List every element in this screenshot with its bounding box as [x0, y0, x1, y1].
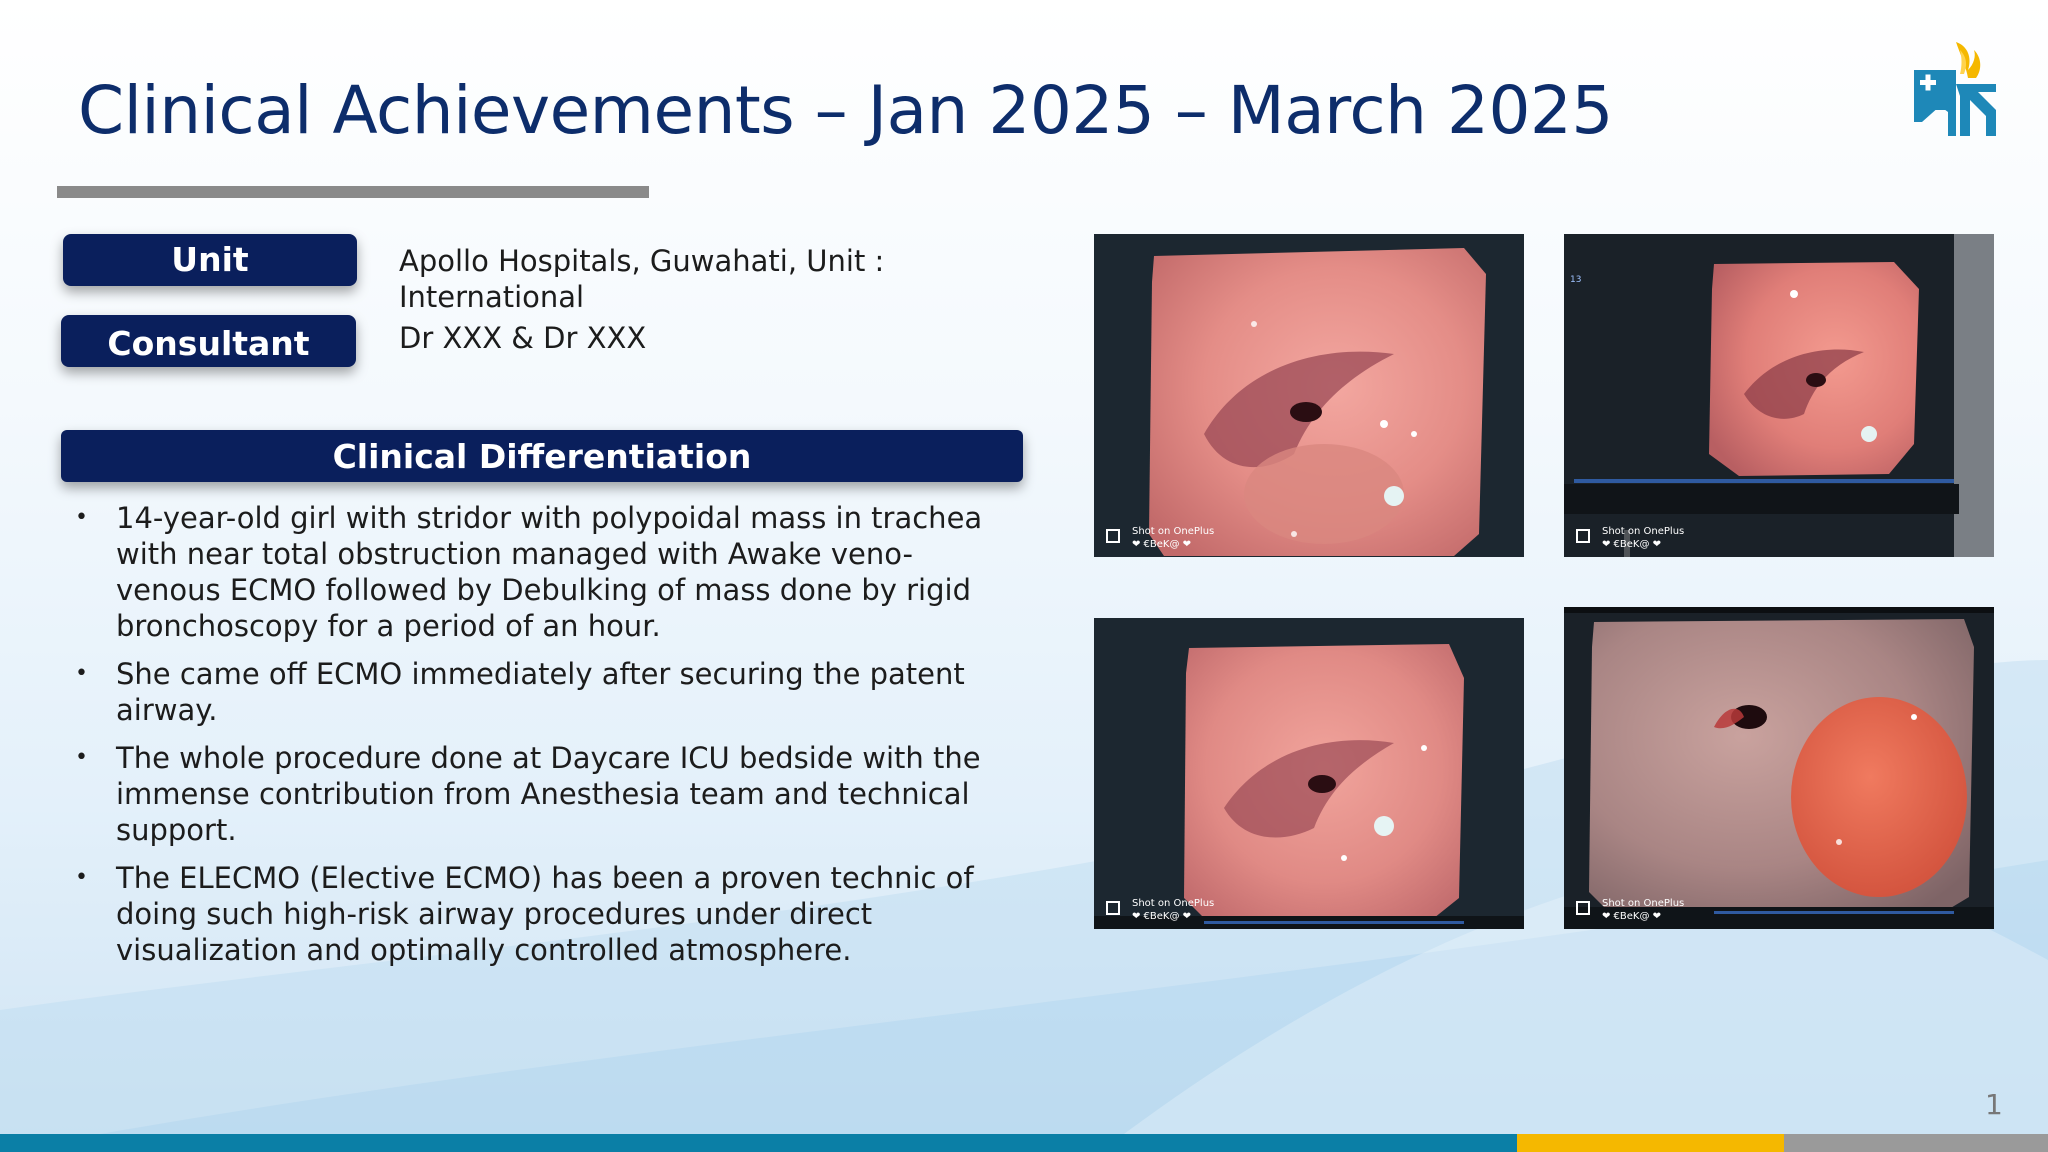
bronchoscopy-photo-1: Shot on OnePlus ❤ €BeK@ ❤: [1094, 234, 1524, 557]
photo-watermark: Shot on OnePlus ❤ €BeK@ ❤: [1106, 525, 1214, 551]
camera-brand-icon: [1106, 529, 1120, 543]
svg-text:13: 13: [1570, 275, 1581, 285]
consultant-label-badge: Consultant: [61, 315, 356, 367]
photo-watermark: Shot on OnePlus ❤ €BeK@ ❤: [1576, 897, 1684, 923]
bronchoscopy-photo-2: 13 Shot on OnePlus ❤ €BeK@ ❤: [1564, 234, 1994, 557]
footer-bar-blue: [0, 1134, 1517, 1152]
bullet-text: The whole procedure done at Daycare ICU …: [116, 741, 981, 847]
bullet-text: The ELECMO (Elective ECMO) has been a pr…: [116, 861, 974, 967]
bronchoscopy-photo-3: Shot on OnePlus ❤ €BeK@ ❤: [1094, 618, 1524, 929]
photo-watermark: Shot on OnePlus ❤ €BeK@ ❤: [1106, 897, 1214, 923]
camera-brand-icon: [1576, 901, 1590, 915]
bullet-dot-icon: •: [75, 505, 88, 530]
camera-brand-icon: [1106, 901, 1120, 915]
page-number: 1: [1985, 1088, 2003, 1121]
list-item: • The ELECMO (Elective ECMO) has been a …: [70, 860, 1010, 968]
consultant-value: Dr XXX & Dr XXX: [399, 321, 647, 355]
section-heading: Clinical Differentiation: [61, 430, 1023, 482]
bullet-list: • 14-year-old girl with stridor with pol…: [70, 500, 1010, 980]
footer-bar-gray: [1784, 1134, 2048, 1152]
list-item: • 14-year-old girl with stridor with pol…: [70, 500, 1010, 644]
list-item: • She came off ECMO immediately after se…: [70, 656, 1010, 728]
bullet-dot-icon: •: [75, 745, 88, 770]
bronchoscopy-photo-4: Shot on OnePlus ❤ €BeK@ ❤: [1564, 607, 1994, 929]
title-underline: [57, 186, 649, 198]
slide-title: Clinical Achievements – Jan 2025 – March…: [78, 72, 1613, 149]
unit-value: Apollo Hospitals, Guwahati, Unit : Inter…: [399, 244, 885, 314]
photo-watermark: Shot on OnePlus ❤ €BeK@ ❤: [1576, 525, 1684, 551]
bullet-text: 14-year-old girl with stridor with polyp…: [116, 501, 983, 643]
hospital-logo-icon: [1914, 42, 1996, 136]
bullet-text: She came off ECMO immediately after secu…: [116, 657, 965, 727]
camera-brand-icon: [1576, 529, 1590, 543]
unit-label-badge: Unit: [63, 234, 357, 286]
list-item: • The whole procedure done at Daycare IC…: [70, 740, 1010, 848]
bullet-dot-icon: •: [75, 865, 88, 890]
bullet-dot-icon: •: [75, 661, 88, 686]
footer-bar-yellow: [1517, 1134, 1784, 1152]
